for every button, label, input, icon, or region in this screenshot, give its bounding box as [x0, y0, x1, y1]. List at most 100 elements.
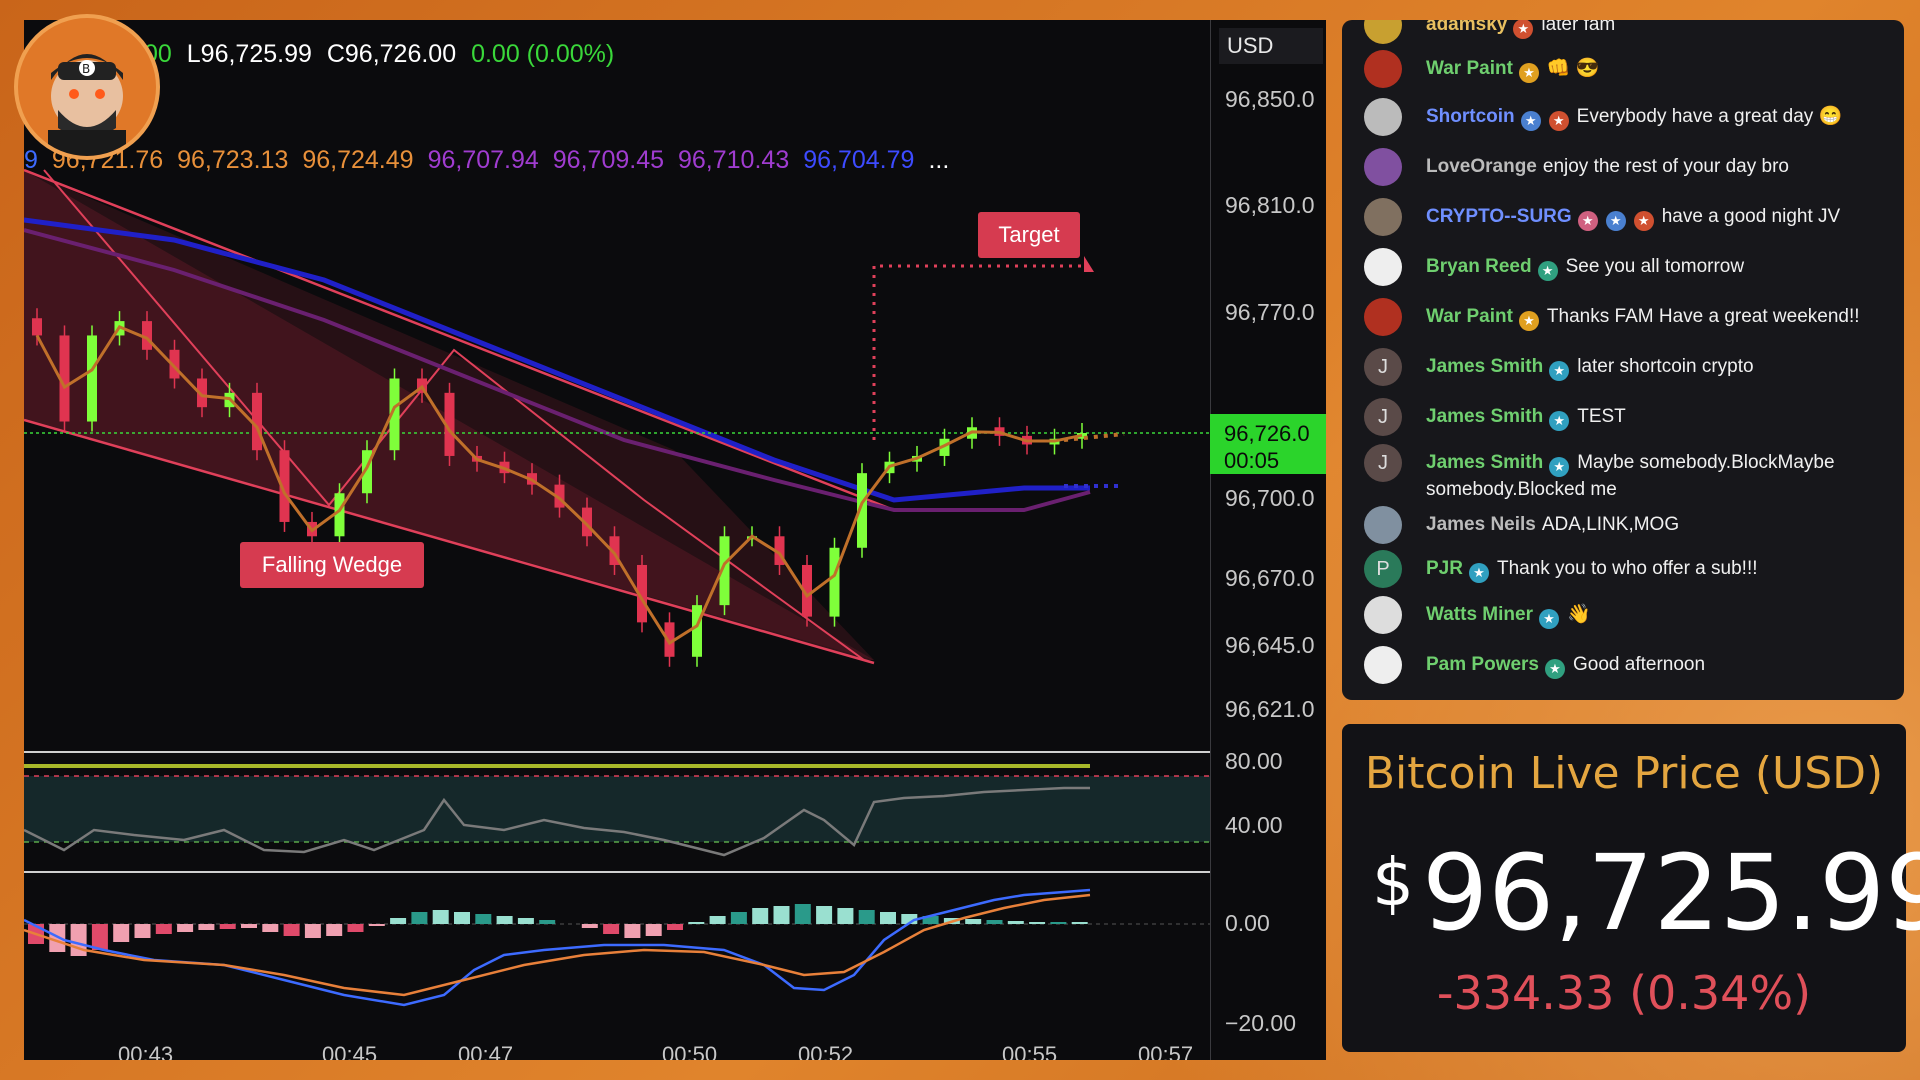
chat-message[interactable]: J James Smith ★ TEST — [1364, 398, 1894, 436]
macd-signal-line — [24, 893, 1091, 997]
chat-message[interactable]: adamsky ★ later fam — [1364, 20, 1894, 44]
chat-message[interactable]: Shortcoin ★ ★ Everybody have a great day 😁 — [1364, 98, 1894, 136]
macd-bar — [667, 924, 683, 930]
chat-username[interactable]: James Smith — [1426, 356, 1543, 377]
chat-username[interactable]: War Paint — [1426, 306, 1513, 327]
macd-bar — [1050, 922, 1067, 924]
chat-user-avatar[interactable] — [1364, 20, 1402, 44]
chat-message[interactable]: J James Smith ★ Maybe somebody.BlockMaybe s… — [1364, 444, 1894, 502]
macd-bar — [965, 919, 982, 924]
macd-bar — [241, 924, 257, 928]
chat-user-avatar[interactable] — [1364, 98, 1402, 136]
falling-wedge-label[interactable]: Falling Wedge — [240, 542, 424, 588]
chat-username[interactable]: Bryan Reed — [1426, 256, 1532, 277]
target-label[interactable]: Target — [978, 212, 1080, 258]
chat-user-avatar[interactable] — [1364, 298, 1402, 336]
chat-user-avatar[interactable] — [1364, 506, 1402, 544]
chat-message-text: James Smith ★ later shortcoin crypto — [1426, 348, 1754, 381]
ma-more[interactable]: ... — [928, 146, 949, 174]
chat-user-avatar[interactable] — [1364, 198, 1402, 236]
chat-username[interactable]: PJR — [1426, 558, 1463, 579]
chat-message-body: Good afternoon — [1573, 654, 1706, 675]
chat-username[interactable]: CRYPTO--SURG — [1426, 206, 1572, 227]
currency-symbol: $ — [1372, 844, 1414, 921]
price-tick: 96,645.0 — [1225, 632, 1315, 658]
chat-message-text: Bryan Reed ★ See you all tomorrow — [1426, 248, 1744, 281]
chat-message-text: CRYPTO--SURG ★ ★ ★ have a good night JV — [1426, 198, 1840, 231]
price-axis[interactable]: USD 96,850.0 96,810.0 96,770.0 96,700.0 … — [1210, 20, 1326, 1060]
chat-message[interactable]: War Paint ★ 👊 😎 — [1364, 50, 1894, 88]
chat-message-text: Shortcoin ★ ★ Everybody have a great day 😁 — [1426, 98, 1842, 131]
chat-username[interactable]: Pam Powers — [1426, 654, 1539, 675]
live-price-value: 96,725.99 — [1422, 832, 1920, 954]
chat-user-avatar[interactable]: J — [1364, 444, 1402, 482]
chat-badge-icon: ★ — [1538, 609, 1559, 629]
chat-badge-icon: ★ — [1549, 411, 1570, 431]
price-tick: 96,850.0 — [1225, 86, 1315, 112]
chat-username[interactable]: War Paint — [1426, 58, 1513, 79]
chat-message-body: later shortcoin crypto — [1577, 356, 1754, 377]
chat-user-avatar[interactable] — [1364, 148, 1402, 186]
chat-username[interactable]: LoveOrange — [1426, 156, 1537, 177]
chat-message-body: have a good night JV — [1661, 206, 1841, 227]
macd-bar — [624, 924, 641, 938]
chat-user-avatar[interactable] — [1364, 596, 1402, 634]
chat-user-avatar[interactable] — [1364, 248, 1402, 286]
time-tick: 00:52 — [798, 1042, 854, 1060]
macd-bar — [1029, 922, 1046, 924]
macd-bar — [177, 924, 194, 932]
macd-bar — [709, 916, 726, 924]
price-tick: 96,770.0 — [1225, 299, 1315, 325]
chat-username[interactable]: adamsky — [1426, 20, 1507, 35]
chat-badge-icon: ★ — [1537, 261, 1558, 281]
chat-message[interactable]: P PJR ★ Thank you to who offer a sub!!! — [1364, 550, 1894, 588]
candle — [87, 335, 97, 422]
ohlc-readout: 00 L96,725.99 C96,726.00 0.00 (0.00%) — [144, 40, 622, 69]
chat-badge-icon: ★ — [1518, 63, 1539, 83]
chat-badge-icon: ★ — [1633, 211, 1654, 231]
chat-message[interactable]: LoveOrange enjoy the rest of your day bro — [1364, 148, 1894, 186]
live-chat[interactable]: adamsky ★ later fam War Paint ★ 👊 😎 Shortcoin ★… — [1342, 20, 1904, 700]
chat-user-avatar[interactable]: J — [1364, 398, 1402, 436]
chat-username[interactable]: James Neils — [1426, 514, 1536, 535]
chat-username[interactable]: Watts Miner — [1426, 604, 1533, 625]
chat-message[interactable]: Bryan Reed ★ See you all tomorrow — [1364, 248, 1894, 286]
chat-message-body: ADA,LINK,MOG — [1541, 514, 1680, 535]
rsi-tick: 40.00 — [1225, 812, 1283, 838]
chat-message[interactable]: J James Smith ★ later shortcoin crypto — [1364, 348, 1894, 386]
chat-message[interactable]: CRYPTO--SURG ★ ★ ★ have a good night JV — [1364, 198, 1894, 236]
macd-bar — [496, 916, 513, 924]
live-price: $96,725.99 — [1372, 832, 1920, 954]
macd-bar — [390, 918, 407, 924]
macd-bar — [304, 924, 321, 938]
chat-message[interactable]: War Paint ★ Thanks FAM Have a great weeken… — [1364, 298, 1894, 336]
price-chart[interactable] — [24, 20, 1210, 1060]
chat-username[interactable]: Shortcoin — [1426, 106, 1515, 127]
macd-bar — [155, 924, 172, 934]
chat-message[interactable]: James Neils ADA,LINK,MOG — [1364, 506, 1894, 544]
chat-message[interactable]: Watts Miner ★ 👋 — [1364, 596, 1894, 634]
macd-bar — [262, 924, 279, 932]
chat-message-body: 👊 😎 — [1546, 58, 1600, 79]
chat-user-avatar[interactable]: J — [1364, 348, 1402, 386]
chart-panel[interactable]: 00 L96,725.99 C96,726.00 0.00 (0.00%) 9 9… — [24, 20, 1326, 1060]
chat-message[interactable]: Pam Powers ★ Good afternoon — [1364, 646, 1894, 684]
svg-text:B: B — [82, 62, 90, 76]
chat-user-avatar[interactable]: P — [1364, 550, 1402, 588]
currency-selector[interactable]: USD — [1219, 28, 1323, 64]
chat-message-body: Thanks FAM Have a great weekend!! — [1546, 306, 1860, 327]
time-tick: 00:47 — [458, 1042, 514, 1060]
ma-value: 96,709.45 — [552, 146, 664, 174]
chat-user-avatar[interactable] — [1364, 646, 1402, 684]
chat-username[interactable]: James Smith — [1426, 452, 1543, 473]
macd-bar — [454, 912, 470, 924]
macd-bar — [283, 924, 300, 936]
chat-user-avatar[interactable] — [1364, 50, 1402, 88]
macd-bar — [752, 908, 769, 924]
macd-bar — [688, 922, 705, 924]
candle — [829, 547, 840, 617]
streamer-avatar: B — [14, 14, 160, 160]
chat-username[interactable]: James Smith — [1426, 406, 1543, 427]
chat-message-body: enjoy the rest of your day bro — [1542, 156, 1789, 177]
macd-bar — [432, 910, 449, 924]
